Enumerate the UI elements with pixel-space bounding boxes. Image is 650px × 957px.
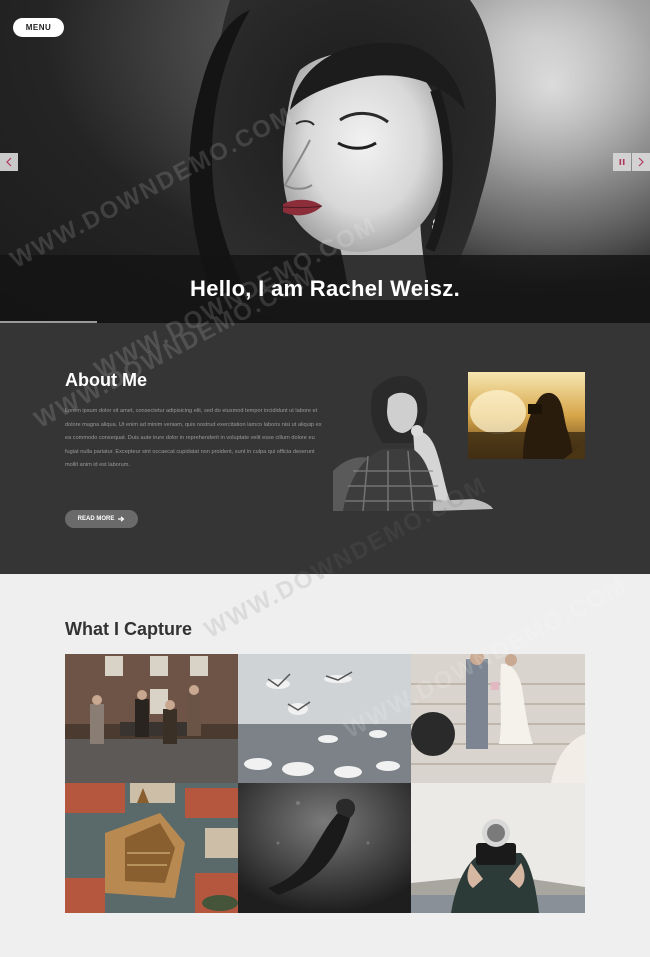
gallery-item[interactable]	[238, 783, 411, 913]
slider-next-button[interactable]	[632, 153, 650, 171]
read-more-label: READ MORE	[77, 516, 115, 522]
slider-pause-button[interactable]	[613, 153, 631, 171]
read-more-button[interactable]: READ MORE	[65, 510, 138, 528]
pause-icon	[619, 159, 625, 165]
gallery-image-swans	[238, 654, 411, 783]
gallery-image-cathedral-city	[65, 783, 238, 913]
menu-button[interactable]: MENU	[13, 18, 64, 37]
chevron-left-icon	[6, 157, 12, 167]
gallery-item[interactable]	[65, 654, 238, 783]
gallery-item[interactable]	[238, 654, 411, 783]
gallery-image-camera-hands	[411, 783, 585, 913]
slider-prev-button[interactable]	[0, 153, 18, 171]
about-section: About Me Lorem ipsum dolor sit amet, con…	[0, 323, 650, 574]
gallery-item[interactable]	[65, 783, 238, 913]
chevron-right-icon	[638, 157, 644, 167]
hero-slider: MENU Hello, I am Rachel Weisz.	[0, 0, 650, 323]
arrow-right-icon	[118, 516, 125, 522]
photo-gallery	[65, 654, 585, 913]
photographer-sunset-photo	[468, 372, 585, 459]
about-body-text: Lorem ipsum dolor sit amet, consectetur …	[65, 408, 322, 469]
gallery-image-group-bench	[65, 654, 238, 783]
hero-title: Hello, I am Rachel Weisz.	[190, 276, 460, 301]
gallery-image-wedding-stairs	[411, 654, 585, 783]
gallery-item[interactable]	[411, 783, 585, 913]
capture-title: What I Capture	[65, 619, 193, 639]
gallery-item[interactable]	[411, 654, 585, 783]
hero-caption-band: Hello, I am Rachel Weisz.	[0, 255, 650, 323]
gallery-image-underwater	[238, 783, 411, 913]
about-title: About Me	[65, 370, 147, 390]
